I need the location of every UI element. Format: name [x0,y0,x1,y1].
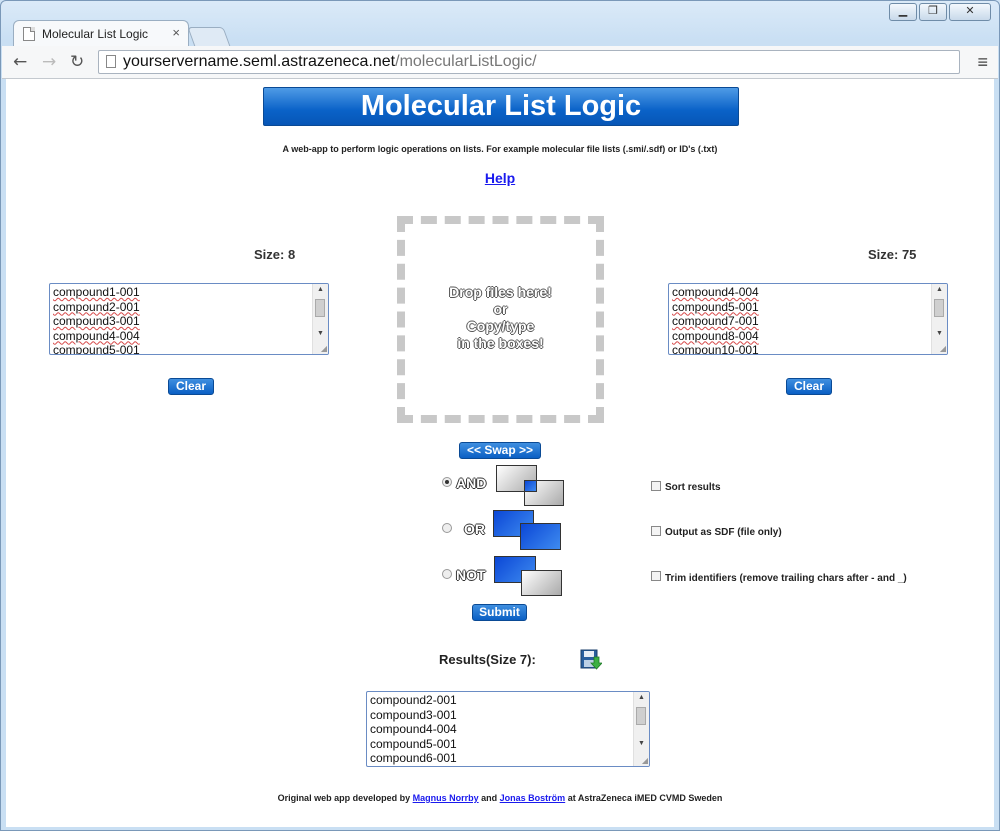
tab-close-icon[interactable]: × [172,25,180,40]
left-list-lines: compound1-001 compound2-001 compound3-00… [53,285,140,355]
results-label: Results(Size 7): [439,652,536,667]
scroll-down-icon[interactable]: ▼ [634,738,649,750]
list-item: compound1-001 [53,285,140,299]
browser-tab[interactable]: Molecular List Logic × [13,20,189,47]
resize-grip-icon[interactable]: ◢ [642,756,648,765]
drop-zone-text: Drop files here! or Copy/type in the box… [405,284,596,352]
sort-results-checkbox[interactable] [651,481,661,491]
and-radio[interactable] [442,477,452,487]
scroll-up-icon[interactable]: ▲ [313,284,328,296]
swap-button[interactable]: << Swap >> [459,442,541,459]
not-radio[interactable] [442,569,452,579]
author-link-magnus[interactable]: Magnus Norrby [413,793,479,803]
scroll-up-icon[interactable]: ▲ [932,284,947,296]
scroll-down-icon[interactable]: ▼ [313,328,328,340]
and-label: AND [456,475,487,491]
address-bar[interactable]: yourservername.seml.astrazeneca.net/mole… [98,50,960,74]
results-textarea[interactable]: compound2-001 compound3-001 compound4-00… [366,691,650,767]
resize-grip-icon[interactable]: ◢ [940,344,946,353]
left-clear-button[interactable]: Clear [168,378,214,395]
left-list-scrollbar[interactable]: ▲ ▼ ◢ [312,284,328,354]
drop-zone[interactable]: Drop files here! or Copy/type in the box… [397,216,604,423]
save-download-icon[interactable] [580,649,602,671]
help-link[interactable]: Help [6,170,994,186]
list-item: compound8-004 [672,328,759,343]
maximize-button[interactable]: ❐ [919,3,947,21]
results-scrollbar[interactable]: ▲ ▼ ◢ [633,692,649,766]
output-sdf-label: Output as SDF (file only) [665,527,782,538]
list-item: compound5-001 [53,343,140,355]
browser-window: ▁ ❐ ✕ Molecular List Logic × ← → ↻ yours… [0,0,1000,831]
forward-icon[interactable]: → [42,52,56,72]
or-label: OR [464,521,485,537]
resize-grip-icon[interactable]: ◢ [321,344,327,353]
list-item: compound7-001 [672,314,759,328]
right-clear-button[interactable]: Clear [786,378,832,395]
scroll-thumb[interactable] [934,299,944,317]
and-overlap [524,480,537,492]
url-text: yourservername.seml.astrazeneca.net/mole… [123,53,537,71]
list-item: compound2-001 [370,693,457,707]
page-icon [106,55,116,68]
list-item: compound4-004 [672,285,759,299]
menu-icon[interactable]: ≡ [977,52,988,73]
page-title: Molecular List Logic [263,87,739,126]
drop-line-4: in the boxes! [457,335,544,351]
footer-prefix: Original web app developed by [277,793,411,803]
list-item: compoun10-001 [672,343,759,355]
left-size-label: Size: 8 [254,247,296,262]
drop-line-3: Copy/type [466,318,535,334]
footer: Original web app developed by Magnus Nor… [6,793,994,803]
or-square-b [520,523,561,550]
list-item: compound2-001 [53,299,140,314]
list-item: compound4-004 [370,722,457,736]
author-link-jonas[interactable]: Jonas Boström [500,793,566,803]
scroll-thumb[interactable] [636,707,646,725]
sort-results-label: Sort results [665,482,721,493]
scroll-thumb[interactable] [315,299,325,317]
or-radio[interactable] [442,523,452,533]
list-item: compound5-001 [370,736,457,751]
footer-and: and [481,793,498,803]
close-window-button[interactable]: ✕ [949,3,991,21]
right-list-scrollbar[interactable]: ▲ ▼ ◢ [931,284,947,354]
scroll-up-icon[interactable]: ▲ [634,692,649,704]
back-icon[interactable]: ← [13,52,27,72]
list-item: compound6-001 [370,751,457,765]
output-sdf-checkbox[interactable] [651,526,661,536]
list-item: compound3-001 [370,707,457,722]
reload-icon[interactable]: ↻ [70,52,84,72]
drop-line-2: or [493,301,508,317]
list-item: compound5-001 [672,299,759,314]
scroll-down-icon[interactable]: ▼ [932,328,947,340]
list-item: compound4-004 [53,328,140,343]
url-path: /molecularListLogic/ [395,53,537,70]
page-subtitle: A web-app to perform logic operations on… [282,144,718,154]
footer-suffix: at AstraZeneca iMED CVMD Sweden [567,793,723,803]
browser-toolbar: ← → ↻ yourservername.seml.astrazeneca.ne… [2,46,998,79]
page-icon [23,27,35,41]
url-host: yourservername.seml.astrazeneca.net [123,53,396,70]
not-label: NOT [456,567,486,583]
new-tab-button[interactable] [187,27,231,47]
submit-button[interactable]: Submit [472,604,527,621]
right-list-lines: compound4-004 compound5-001 compound7-00… [672,285,759,355]
window-controls: ▁ ❐ ✕ [889,3,991,21]
drop-line-1: Drop files here! [449,284,552,300]
minimize-button[interactable]: ▁ [889,3,917,21]
tab-title: Molecular List Logic [42,27,149,41]
right-size-label: Size: 75 [868,247,917,262]
trim-identifiers-checkbox[interactable] [651,571,661,581]
not-square-b [521,570,562,596]
trim-identifiers-label: Trim identifiers (remove trailing chars … [665,573,907,584]
results-lines: compound2-001 compound3-001 compound4-00… [370,693,457,766]
right-list-textarea[interactable]: compound4-004 compound5-001 compound7-00… [668,283,948,355]
list-item: compound3-001 [53,314,140,328]
left-list-textarea[interactable]: compound1-001 compound2-001 compound3-00… [49,283,329,355]
page-content: Molecular List Logic A web-app to perfor… [6,79,994,827]
